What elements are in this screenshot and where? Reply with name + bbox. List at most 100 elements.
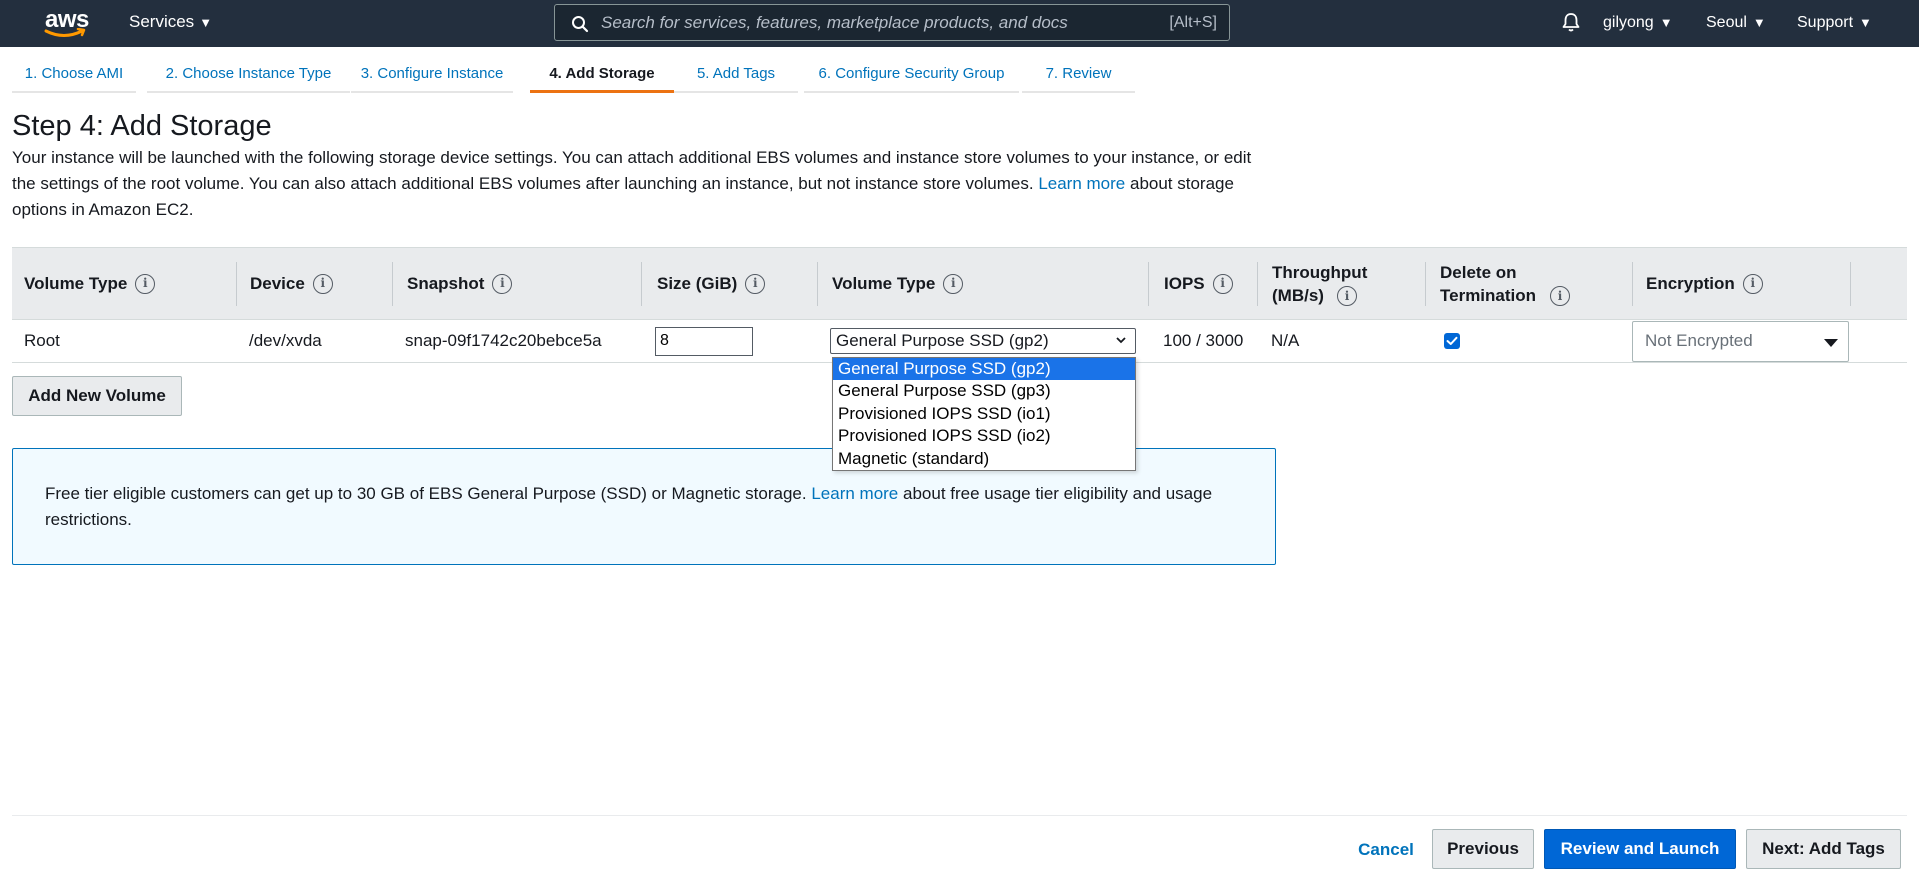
info-icon[interactable]: i — [943, 273, 964, 294]
services-label: Services — [129, 12, 195, 31]
region-label: Seoul — [1706, 14, 1747, 31]
cell-iops: 100 / 3000 — [1163, 331, 1244, 350]
page-title: Step 4: Add Storage — [12, 110, 272, 142]
cell-size — [655, 320, 753, 362]
add-new-volume-button[interactable]: Add New Volume — [12, 376, 182, 416]
previous-button[interactable]: Previous — [1432, 829, 1534, 869]
caret-down-icon: ▼ — [199, 15, 213, 30]
next-add-tags-button[interactable]: Next: Add Tags — [1746, 829, 1901, 869]
top-navigation-bar: aws Services ▼ [Alt+S] gilyong ▼ Seoul ▼ Su… — [0, 0, 1919, 47]
user-label: gilyong — [1603, 14, 1654, 31]
col-encryption: Encryption i — [1646, 248, 1763, 319]
learn-more-free-tier-link[interactable]: Learn more — [811, 484, 898, 503]
col-label: Throughput (MB/s) — [1272, 262, 1368, 305]
col-label: Device — [250, 274, 305, 293]
info-icon[interactable]: i — [1742, 273, 1763, 294]
aws-logo[interactable]: aws — [40, 6, 92, 40]
cell-delete-on-termination — [1444, 320, 1460, 362]
region-menu[interactable]: Seoul ▼ — [1706, 14, 1766, 32]
col-device: Device i — [250, 248, 333, 319]
volume-type-option[interactable]: Magnetic (standard) — [833, 448, 1135, 470]
col-size: Size (GiB) i — [657, 248, 766, 319]
cell-volume-type: Root — [24, 331, 60, 350]
footer-divider — [12, 815, 1907, 816]
info-text: Free tier eligible customers can get up … — [45, 484, 807, 503]
volume-type-option[interactable]: General Purpose SSD (gp3) — [833, 380, 1135, 402]
tab-choose-instance-type[interactable]: 2. Choose Instance Type — [147, 58, 350, 93]
notifications-bell-icon[interactable] — [1560, 11, 1582, 33]
user-menu[interactable]: gilyong ▼ — [1603, 14, 1673, 32]
review-and-launch-button[interactable]: Review and Launch — [1544, 829, 1736, 869]
info-icon[interactable]: i — [1337, 286, 1357, 306]
column-divider — [236, 262, 237, 306]
volume-type-option[interactable]: General Purpose SSD (gp2) — [833, 358, 1135, 381]
tab-add-tags[interactable]: 5. Add Tags — [674, 58, 798, 93]
search-box[interactable]: [Alt+S] — [554, 4, 1230, 41]
table-header: Volume Type i Device i Snapshot i Size (GiB… — [12, 247, 1907, 320]
tab-review[interactable]: 7. Review — [1022, 58, 1135, 93]
learn-more-storage-link[interactable]: Learn more — [1038, 174, 1125, 193]
col-volume-type-select: Volume Type i — [832, 248, 964, 319]
volume-type-selected: General Purpose SSD (gp2) — [836, 331, 1049, 350]
tab-add-storage[interactable]: 4. Add Storage — [530, 58, 674, 93]
col-throughput: Throughput (MB/s) — [1272, 248, 1392, 319]
col-label: Delete on Termination — [1440, 262, 1537, 305]
search-shortcut-hint: [Alt+S] — [1169, 14, 1217, 31]
chevron-down-icon — [1116, 337, 1126, 344]
info-icon[interactable]: i — [1212, 273, 1233, 294]
info-icon[interactable]: i — [492, 273, 513, 294]
volume-type-select[interactable]: General Purpose SSD (gp2) — [830, 328, 1136, 354]
volume-type-dropdown-list: General Purpose SSD (gp2) General Purpos… — [832, 357, 1136, 471]
info-box-text: Free tier eligible customers can get up … — [45, 481, 1235, 533]
volume-type-option[interactable]: Provisioned IOPS SSD (io1) — [833, 403, 1135, 425]
column-divider — [817, 262, 818, 306]
cell-volume-type-select: General Purpose SSD (gp2) — [830, 320, 1136, 362]
caret-down-icon: ▼ — [1659, 15, 1673, 30]
col-label: Volume Type — [24, 274, 128, 293]
caret-down-icon: ▼ — [1752, 15, 1766, 30]
info-icon[interactable]: i — [135, 273, 156, 294]
tab-choose-ami[interactable]: 1. Choose AMI — [12, 58, 136, 93]
column-divider — [1632, 262, 1633, 306]
col-label: Size (GiB) — [657, 274, 738, 293]
column-divider — [1257, 262, 1258, 306]
support-label: Support — [1797, 14, 1854, 31]
cell-device: /dev/xvda — [249, 331, 322, 350]
checkmark-icon — [1446, 336, 1458, 345]
encryption-selected: Not Encrypted — [1645, 331, 1753, 350]
cancel-button[interactable]: Cancel — [1346, 830, 1426, 870]
col-label: Encryption — [1646, 274, 1735, 293]
col-label: Snapshot — [407, 274, 485, 293]
tab-configure-instance[interactable]: 3. Configure Instance — [351, 58, 513, 93]
encryption-select[interactable]: Not Encrypted — [1632, 320, 1849, 362]
volume-type-option[interactable]: Provisioned IOPS SSD (io2) — [833, 425, 1135, 447]
page-description: Your instance will be launched with the … — [12, 145, 1277, 223]
col-snapshot: Snapshot i — [407, 248, 513, 319]
tab-configure-security-group[interactable]: 6. Configure Security Group — [804, 58, 1019, 93]
caret-down-icon — [1824, 338, 1838, 347]
delete-on-termination-checkbox[interactable] — [1444, 333, 1460, 349]
cell-throughput: N/A — [1271, 331, 1300, 350]
cell-encryption: Not Encrypted — [1632, 320, 1849, 362]
col-volume-type: Volume Type i — [24, 248, 156, 319]
column-divider — [1425, 262, 1426, 306]
search-icon — [572, 16, 589, 33]
info-icon[interactable]: i — [312, 273, 333, 294]
col-label: IOPS — [1164, 274, 1205, 293]
caret-down-icon: ▼ — [1859, 15, 1872, 30]
column-divider — [1148, 262, 1149, 306]
size-input[interactable] — [655, 326, 753, 356]
info-icon[interactable]: i — [745, 273, 766, 294]
search-input[interactable] — [601, 6, 1121, 39]
cell-snapshot: snap-09f1742c20bebce5a — [405, 331, 602, 350]
info-icon[interactable]: i — [1550, 286, 1570, 306]
column-divider — [1850, 262, 1851, 306]
column-divider — [392, 262, 393, 306]
support-menu[interactable]: Support ▼ — [1797, 14, 1872, 32]
aws-smile-icon — [44, 28, 86, 37]
col-label: Volume Type — [832, 274, 936, 293]
services-menu[interactable]: Services ▼ — [129, 12, 212, 32]
col-delete-on-termination: Delete on Termination — [1440, 248, 1560, 319]
col-iops: IOPS i — [1164, 248, 1233, 319]
column-divider — [641, 262, 642, 306]
